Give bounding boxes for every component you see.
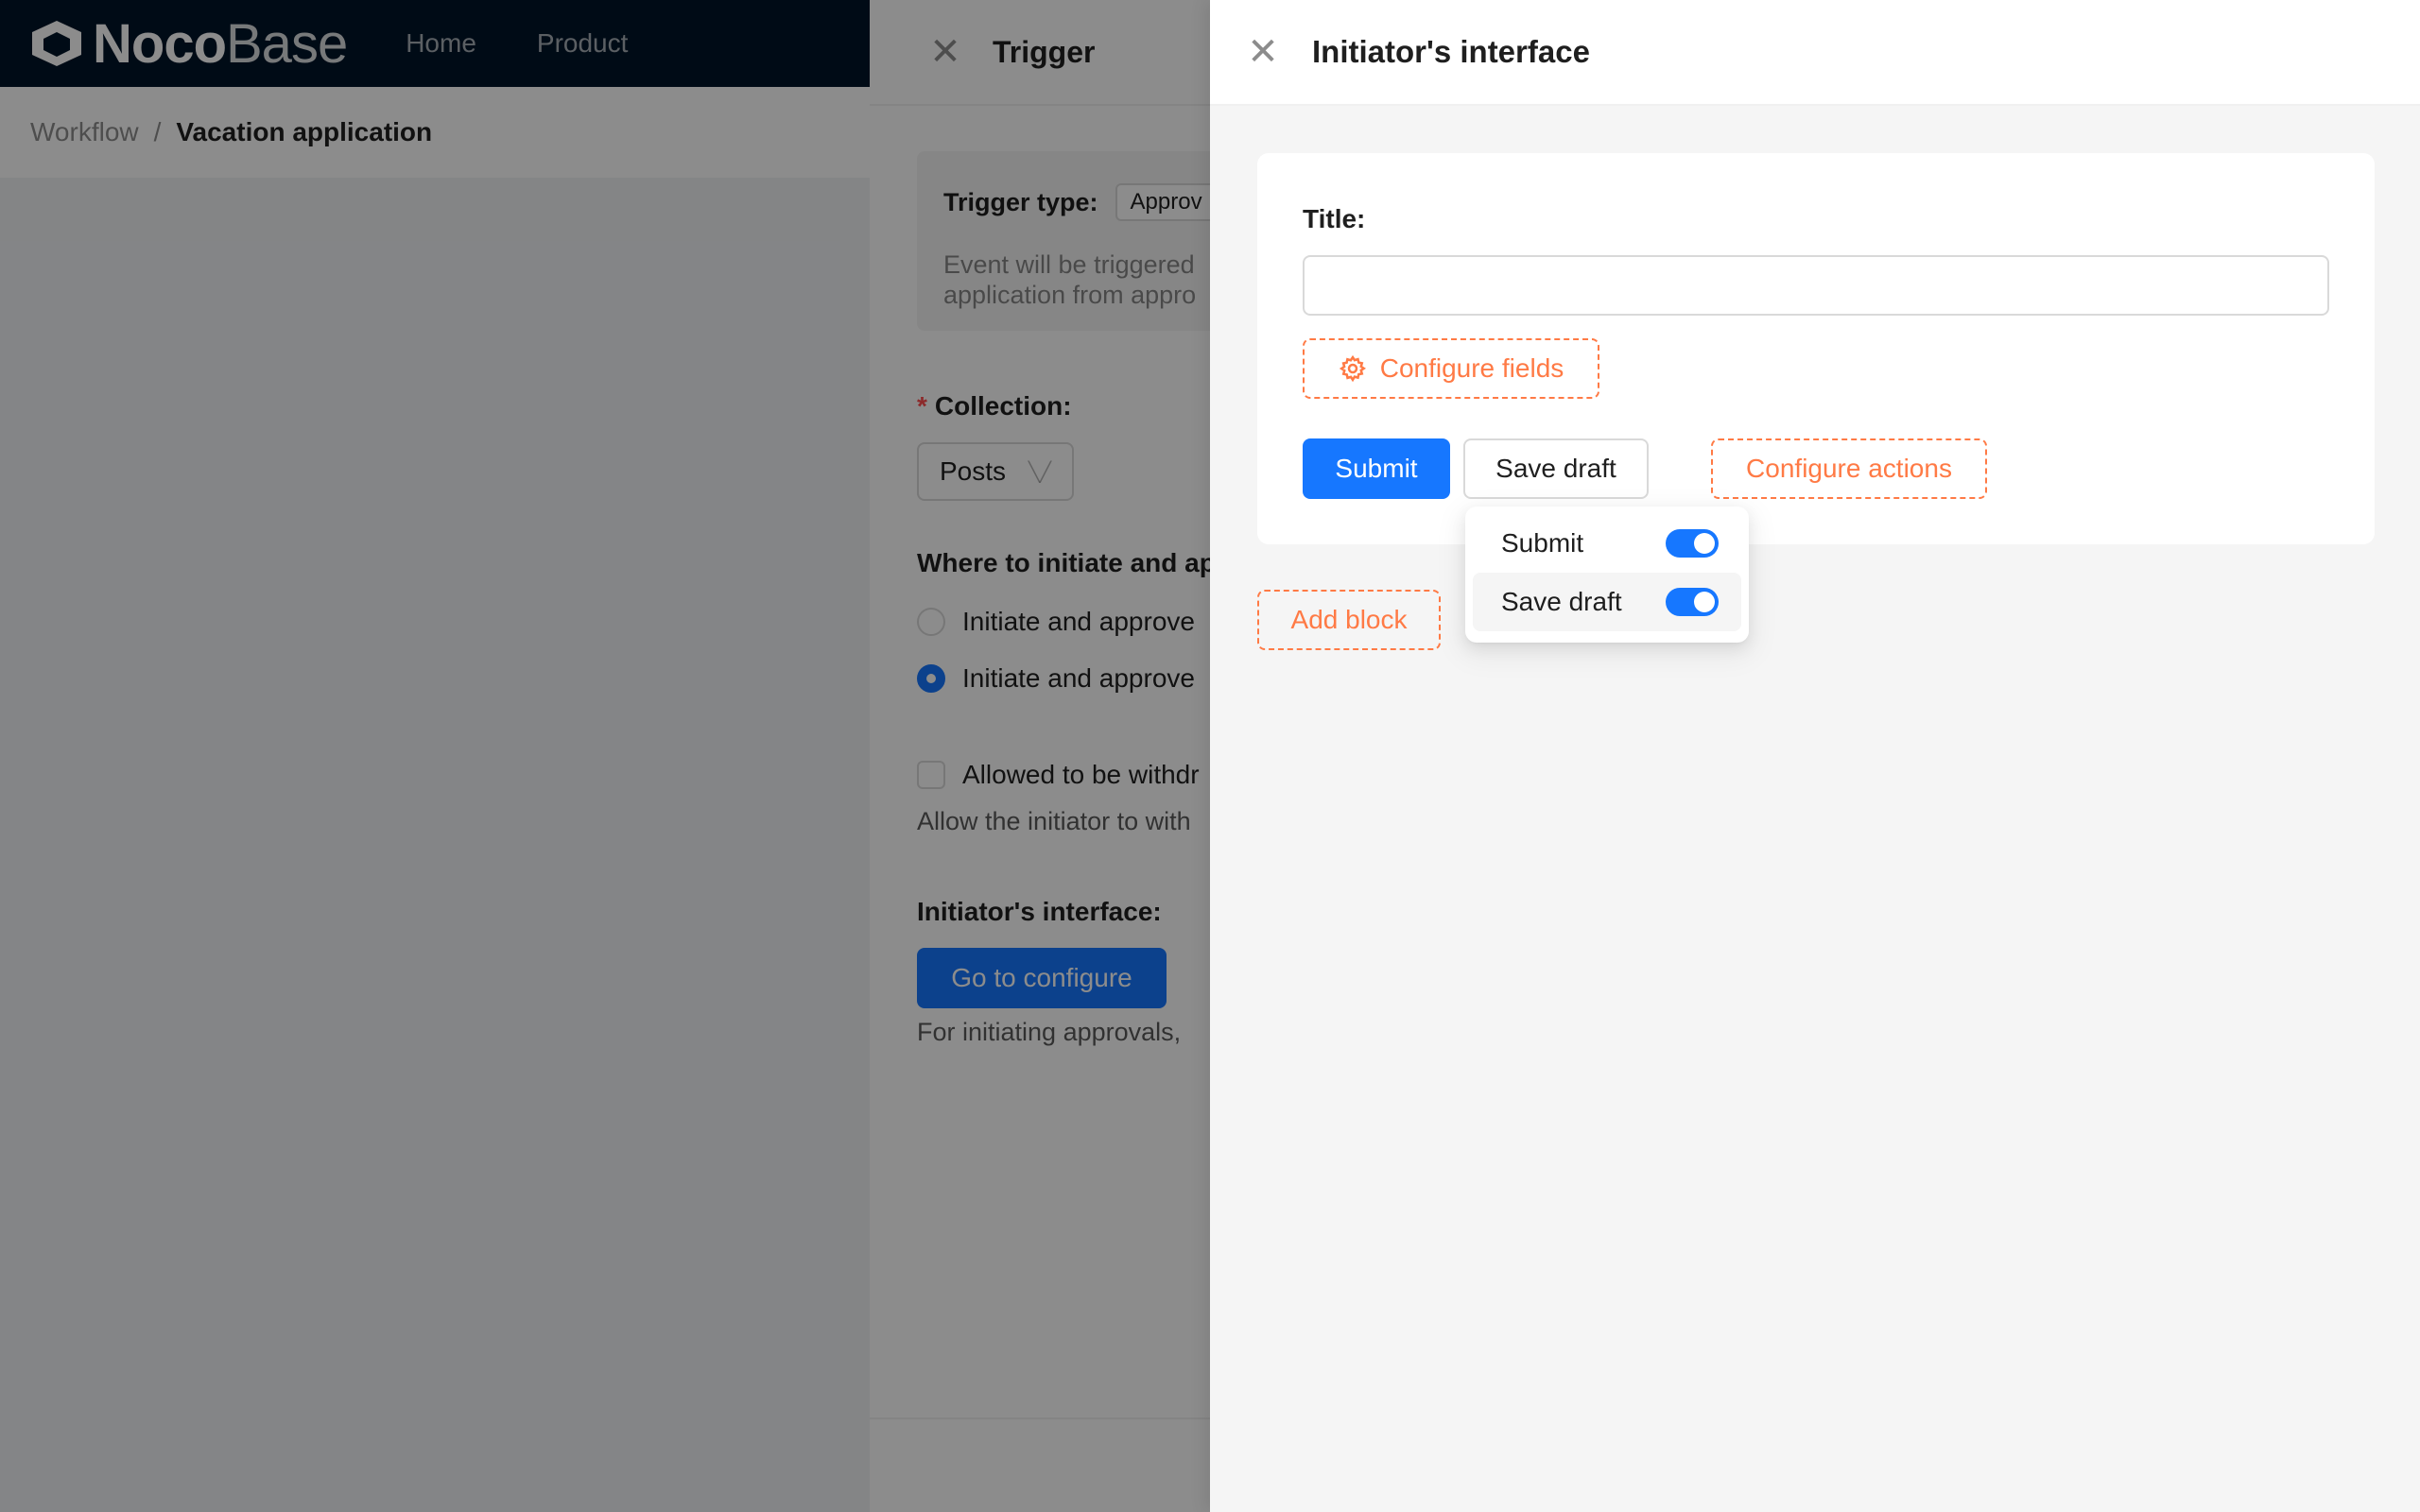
- initiator-drawer-header: ✕ Initiator's interface: [1210, 0, 2420, 106]
- configure-actions-button[interactable]: Configure actions: [1711, 438, 1987, 499]
- close-icon[interactable]: ✕: [1244, 30, 1282, 74]
- submit-toggle[interactable]: [1666, 529, 1719, 558]
- save-draft-toggle[interactable]: [1666, 588, 1719, 616]
- title-field-label: Title:: [1303, 204, 1366, 233]
- configure-fields-button[interactable]: Configure fields: [1303, 338, 1599, 399]
- save-draft-button[interactable]: Save draft: [1463, 438, 1649, 499]
- drawer-overlay-mask[interactable]: [870, 0, 1210, 1512]
- initiator-interface-drawer: ✕ Initiator's interface Title: Configure…: [1210, 0, 2420, 1512]
- configure-actions-dropdown: Submit Save draft: [1465, 507, 1749, 643]
- add-block-button[interactable]: Add block: [1257, 590, 1441, 650]
- dropdown-item-submit[interactable]: Submit: [1473, 514, 1741, 573]
- initiator-drawer-title: Initiator's interface: [1312, 34, 1590, 69]
- submit-button[interactable]: Submit: [1303, 438, 1450, 499]
- form-block: Title: Configure fields Submit Save draf…: [1257, 153, 2375, 544]
- gear-icon: [1339, 354, 1366, 383]
- dropdown-item-save-draft[interactable]: Save draft: [1473, 573, 1741, 631]
- title-input[interactable]: [1303, 255, 2329, 316]
